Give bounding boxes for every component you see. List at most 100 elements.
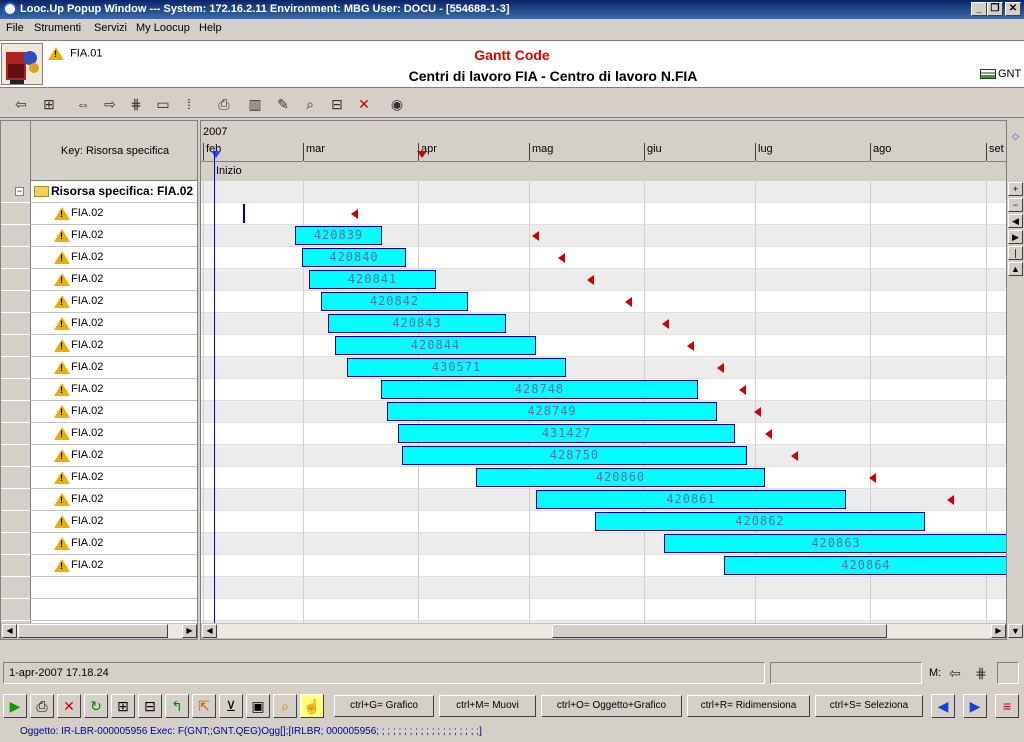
search-icon[interactable]: ⌕ xyxy=(299,93,321,115)
tree-row[interactable]: FIA.02 xyxy=(1,225,197,247)
scroll-right-arrow[interactable]: ▶ xyxy=(182,624,197,638)
filter-icon[interactable]: ⊟ xyxy=(326,93,348,115)
gantt-bar[interactable]: 420860 xyxy=(476,468,765,487)
shortcut-seleziona-button[interactable]: ctrl+S= Seleziona xyxy=(815,695,923,717)
tree-row[interactable]: FIA.02 xyxy=(1,423,197,445)
move-right-icon[interactable]: ⇨ xyxy=(99,93,121,115)
minimize-button[interactable]: _ xyxy=(971,2,987,16)
gantt-bar[interactable]: 420840 xyxy=(302,248,406,267)
scroll-right-arrow[interactable]: ▶ xyxy=(991,624,1006,638)
menu-file[interactable]: File xyxy=(6,22,24,34)
gantt-bar[interactable]: 420864 xyxy=(724,556,1006,575)
diamond-icon[interactable]: ◇ xyxy=(1008,130,1023,144)
tree-row[interactable]: FIA.02 xyxy=(1,467,197,489)
tree-row[interactable]: FIA.02 xyxy=(1,445,197,467)
tree-row[interactable]: FIA.02 xyxy=(1,269,197,291)
prev-page-icon[interactable]: ◀ xyxy=(931,694,955,718)
tree-row[interactable]: FIA.02 xyxy=(1,401,197,423)
table-icon[interactable]: ▥ xyxy=(244,93,266,115)
tree-row[interactable]: FIA.02 xyxy=(1,555,197,577)
left-hscrollbar[interactable]: ◀ ▶ xyxy=(1,623,197,639)
scroll-thumb[interactable] xyxy=(552,624,887,638)
close-button[interactable]: ✕ xyxy=(1005,2,1021,16)
tree-row[interactable]: FIA.02 xyxy=(1,357,197,379)
gantt-bar[interactable]: 420841 xyxy=(309,270,436,289)
shortcut-ridimensiona-button[interactable]: ctrl+R= Ridimensiona xyxy=(687,695,810,717)
gantt-bar[interactable]: 431427 xyxy=(398,424,735,443)
gantt-bar[interactable]: 428749 xyxy=(387,402,717,421)
run-icon[interactable]: ▶ xyxy=(3,694,27,718)
gantt-bar[interactable]: 430571 xyxy=(347,358,566,377)
image-icon[interactable]: ▣ xyxy=(246,694,270,718)
view-icon[interactable]: ◉ xyxy=(386,93,408,115)
tree-row[interactable]: FIA.02 xyxy=(1,379,197,401)
collapse-icon[interactable]: − xyxy=(15,187,24,196)
scroll-thumb[interactable] xyxy=(18,624,168,638)
columns-icon[interactable]: ⁞ xyxy=(178,93,200,115)
gantt-bar[interactable]: 420843 xyxy=(328,314,506,333)
export-icon[interactable]: ⇱ xyxy=(192,694,216,718)
shortcut-grafico-button[interactable]: ctrl+G= Grafico xyxy=(334,695,434,717)
menu-servizi[interactable]: Servizi xyxy=(94,22,127,34)
back-green-icon[interactable]: ↰ xyxy=(165,694,189,718)
gantt-bar[interactable]: 420842 xyxy=(321,292,468,311)
cancel-icon[interactable]: ✕ xyxy=(57,694,81,718)
gantt-bar[interactable]: 428750 xyxy=(402,446,747,465)
tree-row[interactable]: FIA.02 xyxy=(1,313,197,335)
zoom-out-button[interactable]: − xyxy=(1008,198,1023,212)
expand-width-icon[interactable]: ⇔ xyxy=(72,93,94,115)
gnt-button[interactable]: GNT xyxy=(980,68,1021,80)
tree-row[interactable]: FIA.02 xyxy=(1,247,197,269)
zoom-icon[interactable]: ⌕ xyxy=(273,694,297,718)
tree-row[interactable]: FIA.02 xyxy=(1,533,197,555)
cart-icon[interactable]: ⊻ xyxy=(219,694,243,718)
tree-group-row[interactable]: − Risorsa specifica: FIA.02 xyxy=(1,181,197,203)
pointer-icon[interactable]: ☝ xyxy=(300,694,324,718)
print-icon[interactable]: ⎙ xyxy=(213,93,235,115)
zoom-in-button[interactable]: + xyxy=(1008,182,1023,196)
tree-row[interactable]: FIA.02 xyxy=(1,291,197,313)
gantt-hscrollbar[interactable]: ◀ ▶ xyxy=(201,623,1006,639)
separator-icon[interactable]: ❘ xyxy=(1008,246,1023,260)
menu-my-loocup[interactable]: My Loocup xyxy=(136,22,190,34)
gantt-bar[interactable] xyxy=(243,204,245,223)
delete-filter-icon[interactable]: ✕ xyxy=(353,93,375,115)
grid-icon[interactable]: ⋕ xyxy=(125,93,147,115)
gantt-bar[interactable]: 428748 xyxy=(381,380,698,399)
back-arrow-icon[interactable]: ⇦ xyxy=(10,93,32,115)
mode-grid-icon[interactable]: ⋕ xyxy=(970,662,992,684)
scroll-down-arrow[interactable]: ▼ xyxy=(1008,624,1023,638)
folder-icon[interactable]: ▭ xyxy=(152,93,174,115)
print-icon[interactable]: ⎙ xyxy=(30,694,54,718)
tree-row[interactable]: FIA.02 xyxy=(1,203,197,225)
mode-move-icon[interactable]: ⇦ xyxy=(944,662,966,684)
gantt-bar[interactable]: 420863 xyxy=(664,534,1006,553)
menu-help[interactable]: Help xyxy=(199,22,222,34)
hierarchy-icon[interactable]: ⊞ xyxy=(111,694,135,718)
gantt-row xyxy=(201,313,1006,335)
prev-icon[interactable]: ◀ xyxy=(1008,214,1023,228)
start-line xyxy=(214,151,215,639)
layout-icon[interactable]: ⊟ xyxy=(138,694,162,718)
shortcut-muovi-button[interactable]: ctrl+M= Muovi xyxy=(439,695,536,717)
maximize-button[interactable]: ❐ xyxy=(987,2,1003,16)
edit-icon[interactable]: ✎ xyxy=(272,93,294,115)
tree-row[interactable]: FIA.02 xyxy=(1,335,197,357)
menu-icon[interactable]: ≡ xyxy=(995,694,1019,718)
gantt-bar[interactable]: 420862 xyxy=(595,512,925,531)
tree-icon[interactable]: ⊞ xyxy=(38,93,60,115)
gantt-bar[interactable]: 420839 xyxy=(295,226,382,245)
mode-label: M: xyxy=(929,667,942,679)
next-page-icon[interactable]: ▶ xyxy=(963,694,987,718)
tree-row[interactable]: FIA.02 xyxy=(1,489,197,511)
scroll-left-arrow[interactable]: ◀ xyxy=(202,624,217,638)
gantt-bar[interactable]: 420844 xyxy=(335,336,536,355)
shortcut-oggetto-button[interactable]: ctrl+O= Oggetto+Grafico xyxy=(541,695,682,717)
refresh-icon[interactable]: ↻ xyxy=(84,694,108,718)
scroll-left-arrow[interactable]: ◀ xyxy=(2,624,17,638)
next-icon[interactable]: ▶ xyxy=(1008,230,1023,244)
gantt-bar[interactable]: 420861 xyxy=(536,490,846,509)
menu-strumenti[interactable]: Strumenti xyxy=(34,22,81,34)
scroll-up-arrow[interactable]: ▲ xyxy=(1008,262,1023,276)
tree-row[interactable]: FIA.02 xyxy=(1,511,197,533)
